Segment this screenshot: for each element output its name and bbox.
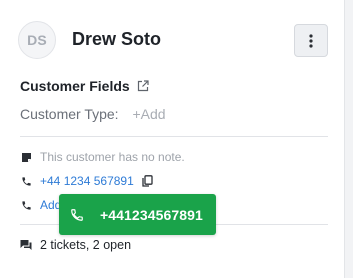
phone-icon <box>21 200 31 210</box>
tickets-row: 2 tickets, 2 open <box>20 238 131 252</box>
customer-fields-label: Customer Fields <box>20 78 130 94</box>
more-vertical-icon <box>309 33 313 48</box>
more-options-button[interactable] <box>294 24 328 57</box>
customer-type-field: Customer Type: +Add <box>20 106 166 122</box>
customer-type-label: Customer Type: <box>20 106 119 122</box>
add-phone-row: Add <box>20 198 61 212</box>
external-link-icon[interactable] <box>137 80 149 92</box>
phone-icon <box>71 208 83 221</box>
chat-icon <box>20 240 32 250</box>
tooltip-phone-number: +441234567891 <box>100 206 203 223</box>
customer-card: DS Drew Soto Customer Fields Customer Ty… <box>0 0 345 278</box>
customer-type-add-button[interactable]: +Add <box>132 106 165 122</box>
call-phone-tooltip[interactable]: +441234567891 <box>59 194 216 235</box>
divider <box>20 136 328 137</box>
phone-icon <box>21 176 31 186</box>
copy-button[interactable] <box>142 175 153 187</box>
customer-name: Drew Soto <box>72 29 162 49</box>
note-row: This customer has no note. <box>20 150 185 164</box>
phone-row: +44 1234 567891 <box>20 174 153 188</box>
copy-icon <box>142 175 153 187</box>
note-text: This customer has no note. <box>40 150 185 164</box>
phone-link[interactable]: +44 1234 567891 <box>40 174 134 188</box>
avatar: DS <box>18 21 56 59</box>
tickets-summary[interactable]: 2 tickets, 2 open <box>40 238 131 252</box>
note-icon <box>21 152 31 162</box>
customer-fields-title: Customer Fields <box>20 78 149 94</box>
